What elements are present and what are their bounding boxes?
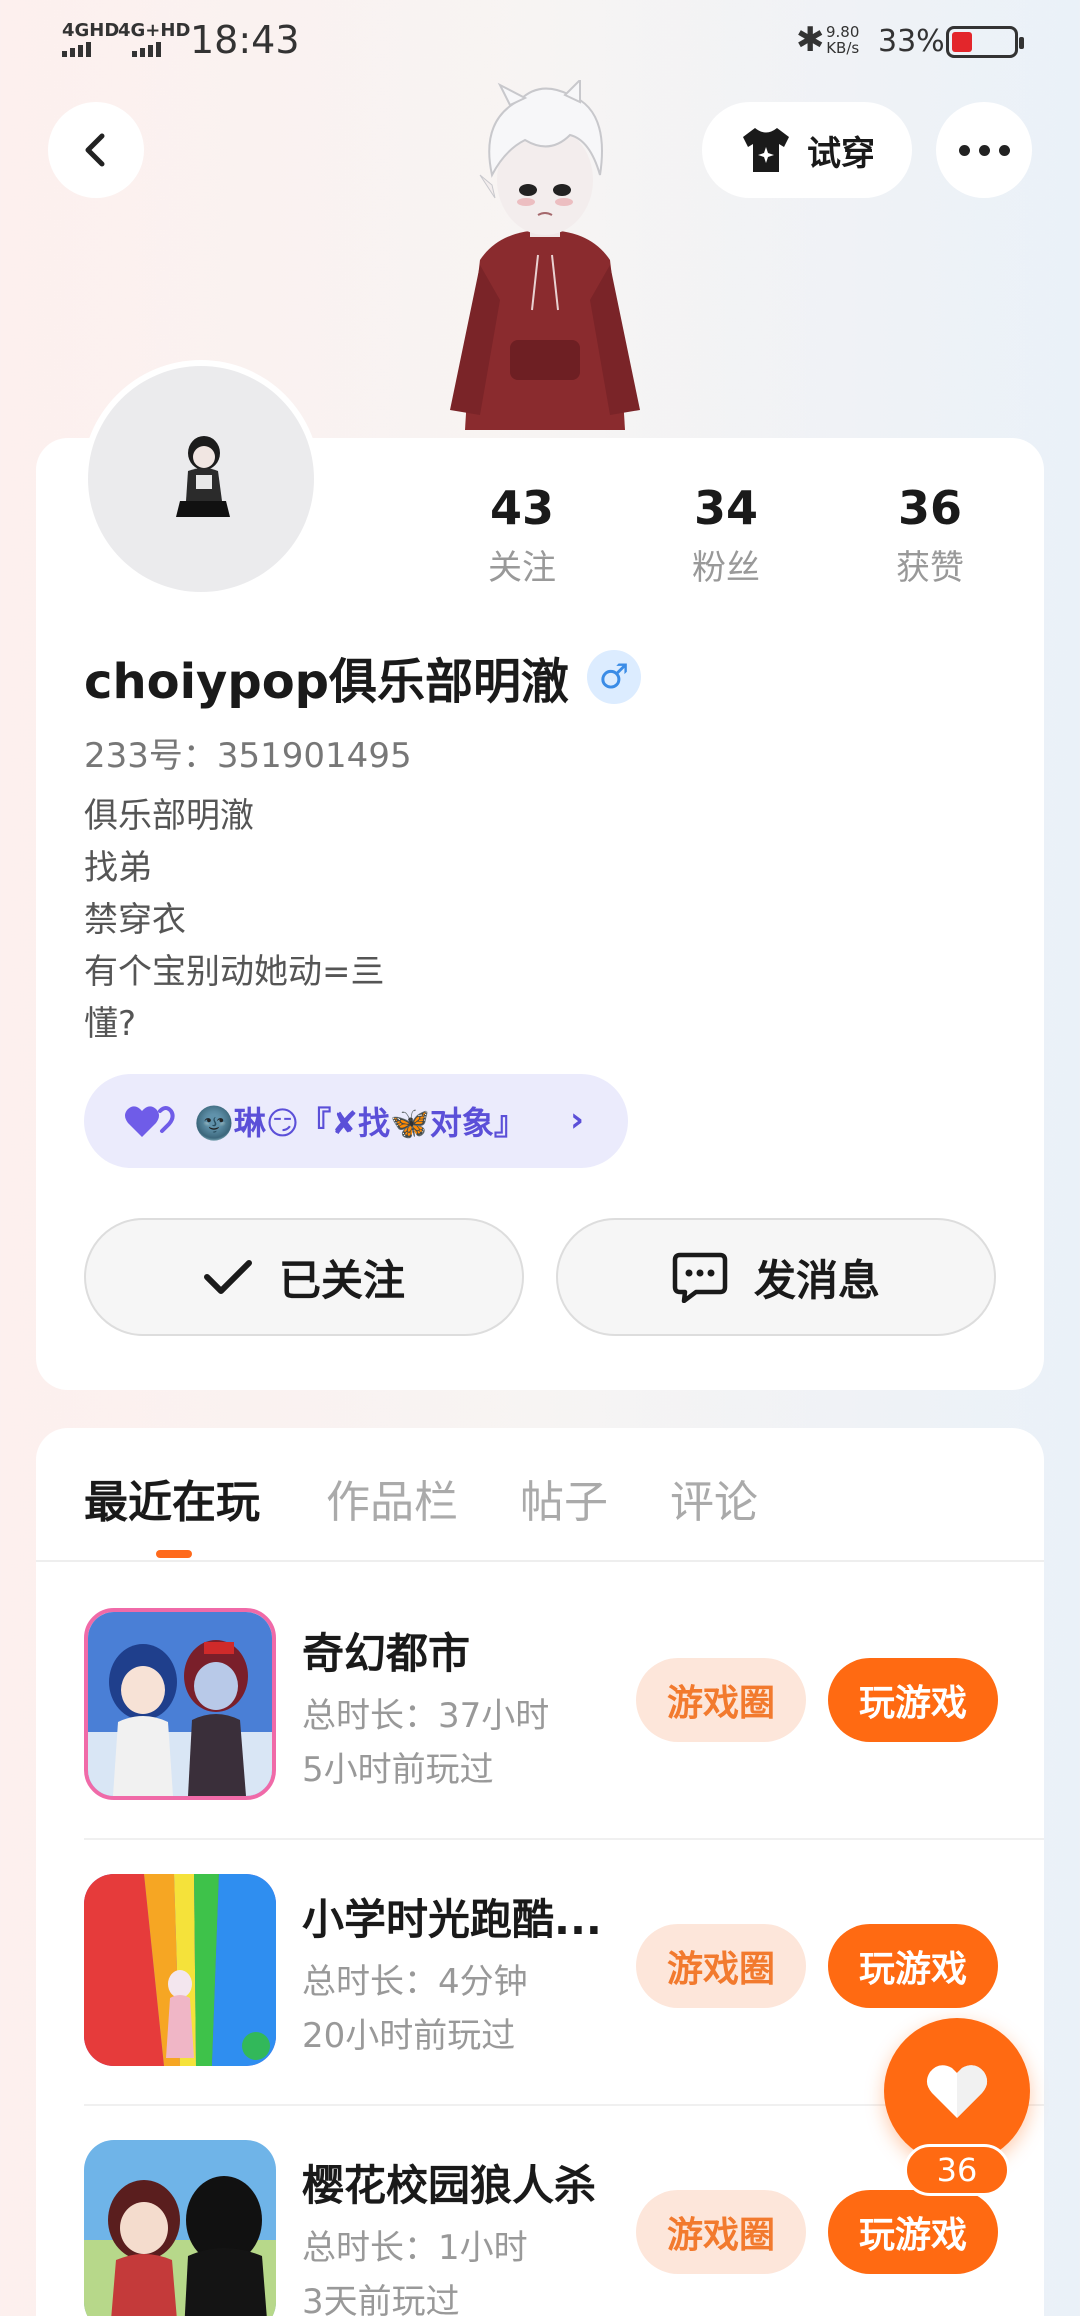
active-tab-indicator — [156, 1550, 192, 1558]
play-game-button[interactable]: 玩游戏 — [828, 2190, 998, 2274]
network-indicator-2: 4G+HD — [118, 20, 191, 41]
game-duration: 总时长：4分钟 — [302, 1962, 528, 2002]
follow-label: 已关注 — [278, 1255, 405, 1305]
game-title: 奇幻都市 — [302, 1629, 471, 1678]
game-icon-fantasy-city[interactable] — [84, 1608, 276, 1800]
clock: 18:43 — [190, 18, 300, 62]
game-duration: 总时长：1小时 — [302, 2228, 528, 2268]
battery-icon — [946, 26, 1024, 58]
username: choiypop俱乐部明澈 — [84, 654, 570, 710]
tab-comments[interactable]: 评论 — [670, 1466, 758, 1530]
heart-icon — [926, 2065, 988, 2118]
game-last-played: 20小时前玩过 — [302, 2016, 516, 2056]
tab-posts[interactable]: 帖子 — [520, 1466, 608, 1530]
try-on-label: 试穿 — [807, 133, 875, 174]
game-circle-button[interactable]: 游戏圈 — [636, 1924, 806, 2008]
network-speed: 9.80 KB/s — [826, 23, 860, 57]
bio-line: 找弟 — [84, 848, 152, 888]
network-indicator-1: 4GHD — [62, 20, 120, 41]
battery-percent: 33% — [878, 24, 945, 59]
profile-avatar[interactable] — [82, 360, 320, 598]
user-id: 233号：351901495 — [84, 736, 412, 776]
like-count-badge: 36 — [904, 2144, 1010, 2196]
bio: 俱乐部明澈 找弟 禁穿衣 有个宝别动她动=亖 懂? — [84, 790, 385, 1050]
game-duration: 总时长：37小时 — [302, 1696, 550, 1736]
relationship-banner[interactable]: 🌚琳😏『✘找🦋对象』 › — [84, 1074, 628, 1168]
tab-works[interactable]: 作品栏 — [326, 1466, 458, 1530]
chevron-right-icon: › — [569, 1100, 584, 1140]
bio-line: 懂? — [84, 1004, 137, 1044]
more-dots-icon — [958, 144, 1010, 156]
game-icon-sakura-werewolf[interactable] — [84, 2140, 276, 2316]
game-title: 小学时光跑酷... — [302, 1895, 602, 1944]
chat-bubble-icon — [672, 1252, 728, 1303]
bio-line: 有个宝别动她动=亖 — [84, 952, 385, 992]
like-button[interactable] — [884, 2018, 1030, 2164]
following-label: 关注 — [488, 548, 556, 588]
follow-button[interactable]: 已关注 — [84, 1218, 524, 1336]
signal-icon — [132, 42, 161, 57]
likes-label: 获赞 — [896, 548, 964, 588]
game-circle-button[interactable]: 游戏圈 — [636, 2190, 806, 2274]
play-game-button[interactable]: 玩游戏 — [828, 1658, 998, 1742]
game-title: 樱花校园狼人杀 — [302, 2161, 597, 2210]
checkmark-icon — [203, 1260, 252, 1294]
game-icon-school-parkour[interactable] — [84, 1874, 276, 2066]
relationship-text: 🌚琳😏『✘找🦋对象』 — [194, 1104, 526, 1142]
bio-line: 俱乐部明澈 — [84, 796, 254, 836]
bio-line: 禁穿衣 — [84, 900, 186, 940]
game-circle-button[interactable]: 游戏圈 — [636, 1658, 806, 1742]
play-game-button[interactable]: 玩游戏 — [828, 1924, 998, 2008]
stat-following[interactable]: 43 关注 — [442, 480, 602, 589]
stat-followers[interactable]: 34 粉丝 — [646, 480, 806, 589]
status-bar: 4GHD 4G+HD 18:43 ✱ 9.80 KB/s 33% — [0, 0, 1080, 80]
avatar-image — [176, 436, 230, 517]
followers-count: 34 — [693, 481, 758, 535]
more-button[interactable] — [936, 102, 1032, 198]
likes-count: 36 — [897, 481, 962, 535]
bluetooth-icon: ✱ — [796, 20, 825, 60]
signal-icon — [62, 42, 91, 57]
message-label: 发消息 — [753, 1255, 880, 1305]
game-row[interactable]: 樱花校园狼人杀 总时长：1小时 3天前玩过 游戏圈 玩游戏 — [84, 2140, 1044, 2316]
stat-likes[interactable]: 36 获赞 — [850, 480, 1010, 589]
tab-divider — [36, 1560, 1044, 1562]
game-row[interactable]: 奇幻都市 总时长：37小时 5小时前玩过 游戏圈 玩游戏 — [84, 1608, 1044, 1804]
try-on-button[interactable]: 试穿 — [702, 102, 912, 198]
male-gender-icon: ♂ — [587, 650, 642, 704]
tshirt-icon — [743, 128, 789, 172]
back-button[interactable] — [48, 102, 144, 198]
game-row[interactable]: 小学时光跑酷... 总时长：4分钟 20小时前玩过 游戏圈 玩游戏 — [84, 1874, 1044, 2070]
hearts-icon — [125, 1106, 175, 1137]
game-last-played: 5小时前玩过 — [302, 1750, 494, 1790]
message-button[interactable]: 发消息 — [556, 1218, 996, 1336]
avatar-character-image — [450, 80, 640, 430]
row-divider — [84, 1838, 1044, 1840]
followers-label: 粉丝 — [692, 548, 760, 588]
tab-recently-played[interactable]: 最近在玩 — [84, 1466, 260, 1530]
chevron-left-icon — [85, 133, 105, 167]
username-row: choiypop俱乐部明澈 ♂ — [84, 642, 642, 712]
game-last-played: 3天前玩过 — [302, 2282, 460, 2316]
following-count: 43 — [489, 481, 554, 535]
